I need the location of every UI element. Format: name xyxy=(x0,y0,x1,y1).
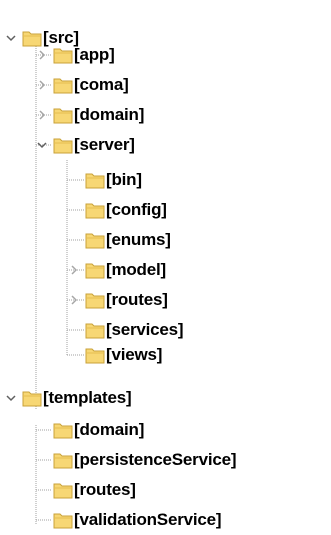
folder-icon xyxy=(85,261,105,279)
tree-node-templates-routes[interactable]: [routes] xyxy=(33,475,136,505)
tree-node-label: [routes] xyxy=(106,290,168,309)
tree-node-validationService[interactable]: [validationService] xyxy=(33,505,222,535)
chevron-right-icon[interactable] xyxy=(33,40,51,70)
folder-icon xyxy=(85,231,105,249)
tree-node-label: [domain] xyxy=(74,420,145,439)
tree-node-label: [app] xyxy=(74,45,115,64)
folder-icon xyxy=(85,171,105,189)
folder-icon xyxy=(85,346,105,364)
tree-node-label: [domain] xyxy=(74,105,145,124)
tree-node-label: [bin] xyxy=(106,170,142,189)
folder-icon xyxy=(22,389,42,407)
tree-node-label: [templates] xyxy=(43,388,132,407)
chevron-right-icon[interactable] xyxy=(65,285,83,315)
folder-icon xyxy=(53,481,73,499)
folder-icon xyxy=(53,136,73,154)
folder-tree: [src] [app] [coma] [domain] [server] [bi… xyxy=(0,0,331,534)
tree-node-label: [routes] xyxy=(74,480,136,499)
tree-node-label: [config] xyxy=(106,200,167,219)
chevron-down-icon[interactable] xyxy=(33,130,51,160)
tree-node-label: [server] xyxy=(74,135,135,154)
tree-node-config[interactable]: [config] xyxy=(65,195,167,225)
tree-node-enums[interactable]: [enums] xyxy=(65,225,171,255)
tree-node-label: [services] xyxy=(106,320,184,339)
tree-node-templates[interactable]: [templates] xyxy=(2,383,132,413)
tree-node-domain[interactable]: [domain] xyxy=(33,100,144,130)
tree-node-server[interactable]: [server] xyxy=(33,130,135,160)
chevron-right-icon[interactable] xyxy=(33,100,51,130)
folder-icon xyxy=(53,451,73,469)
tree-node-label: [persistenceService] xyxy=(74,450,237,469)
tree-node-views[interactable]: [views] xyxy=(65,340,162,370)
folder-icon xyxy=(53,46,73,64)
tree-node-coma[interactable]: [coma] xyxy=(33,70,129,100)
chevron-down-icon[interactable] xyxy=(2,383,20,413)
tree-node-label: [coma] xyxy=(74,75,129,94)
tree-node-app[interactable]: [app] xyxy=(33,40,115,70)
folder-icon xyxy=(53,76,73,94)
tree-node-routes[interactable]: [routes] xyxy=(65,285,168,315)
folder-icon xyxy=(53,106,73,124)
folder-icon xyxy=(85,321,105,339)
folder-icon xyxy=(53,421,73,439)
folder-icon xyxy=(53,511,73,529)
folder-icon xyxy=(85,291,105,309)
tree-node-templates-domain[interactable]: [domain] xyxy=(33,415,144,445)
chevron-right-icon[interactable] xyxy=(33,70,51,100)
tree-node-label: [enums] xyxy=(106,230,171,249)
folder-icon xyxy=(85,201,105,219)
tree-node-bin[interactable]: [bin] xyxy=(65,165,142,195)
tree-node-persistenceService[interactable]: [persistenceService] xyxy=(33,445,237,475)
tree-node-label: [views] xyxy=(106,345,163,364)
chevron-down-icon[interactable] xyxy=(2,23,20,53)
tree-node-model[interactable]: [model] xyxy=(65,255,166,285)
tree-node-label: [validationService] xyxy=(74,510,222,529)
chevron-right-icon[interactable] xyxy=(65,255,83,285)
tree-node-label: [model] xyxy=(106,260,166,279)
